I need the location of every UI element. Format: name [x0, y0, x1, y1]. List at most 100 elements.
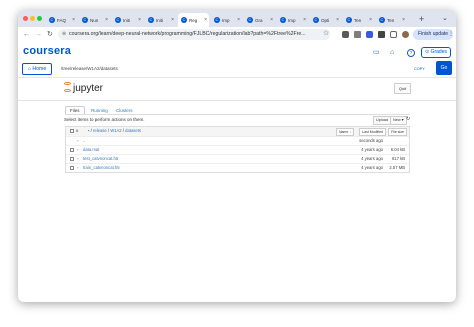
grades-icon: ⊙ [425, 49, 430, 55]
close-tab-icon[interactable]: × [204, 17, 207, 23]
more-menu-icon[interactable]: ⋮ [448, 29, 454, 39]
close-tab-icon[interactable]: × [303, 17, 306, 23]
browser-tab-active[interactable]: C Reg × [178, 13, 209, 27]
maximize-window-dot[interactable] [37, 16, 42, 21]
tab-label: Initi [156, 17, 164, 23]
browser-tab[interactable]: C Ten × [376, 13, 407, 27]
quit-button[interactable]: Quit [394, 83, 411, 94]
file-name[interactable]: train_catvnoncat.h5 [83, 164, 120, 172]
jupyter-logo-text: jupyter [73, 83, 104, 94]
sort-modified-button[interactable]: Last Modified [359, 128, 386, 136]
file-list: 0 ▪ / release / W1A2 / datasets Name ↓ L… [65, 126, 410, 173]
file-name[interactable]: test_catvnoncat.h5 [83, 155, 118, 163]
lab-toolbar: ⌂ Home /tree/release/W1A2/datasets COPY … [18, 61, 456, 78]
breadcrumb-w1a2[interactable]: W1A2 [110, 128, 121, 133]
folder-icon[interactable]: ▭ [373, 49, 380, 57]
close-tab-icon[interactable]: × [270, 17, 273, 23]
help-icon[interactable]: ? [407, 49, 415, 57]
browser-tab[interactable]: C Initi × [145, 13, 176, 27]
coursera-favicon-icon: C [379, 17, 385, 23]
file-icon: ▫ [77, 165, 79, 170]
row-checkbox[interactable] [70, 148, 74, 152]
select-all-checkbox[interactable] [70, 129, 74, 133]
coursera-favicon-icon: C [247, 17, 253, 23]
browser-tab[interactable]: C Nun × [79, 13, 110, 27]
close-tab-icon[interactable]: × [171, 17, 174, 23]
jupyter-header: jupyter Quit [18, 77, 456, 101]
close-tab-icon[interactable]: × [237, 17, 240, 23]
home-icon: ⌂ [27, 66, 31, 72]
extension-icon[interactable] [366, 31, 373, 38]
browser-tab[interactable]: C Imp × [277, 13, 308, 27]
address-bar[interactable]: ⊜ coursera.org/learn/deep-neural-network… [58, 29, 330, 40]
reload-icon[interactable]: ↻ [47, 30, 53, 40]
folder-root-icon[interactable]: ▪ [88, 128, 90, 133]
row-checkbox[interactable] [70, 166, 74, 170]
file-size: 6.04 kB [390, 147, 405, 152]
sort-name-button[interactable]: Name ↓ [335, 128, 354, 136]
extension-icon[interactable] [354, 31, 361, 38]
sidepanel-icon[interactable] [390, 31, 397, 38]
breadcrumb-datasets[interactable]: datasets [125, 128, 141, 133]
browser-window: C FAQ × C Nun × C Initi × C Initi × C Reg × C Imp × … [18, 10, 456, 302]
refresh-icon[interactable]: ↻ [404, 116, 412, 123]
jupyter-logo[interactable]: jupyter [64, 82, 103, 95]
list-item[interactable]: ▫ data.mat 4 years ago 6.04 kB [66, 146, 409, 155]
avatar[interactable] [402, 31, 409, 38]
file-list-header: 0 ▪ / release / W1A2 / datasets Name ↓ L… [66, 127, 409, 137]
url-text: coursera.org/learn/deep-neural-network/p… [69, 31, 306, 37]
browser-tab[interactable]: C Ten × [343, 13, 374, 27]
file-name[interactable]: .. [83, 137, 85, 145]
go-button[interactable]: Go [436, 61, 452, 75]
close-tab-icon[interactable]: × [369, 17, 372, 23]
coursera-favicon-icon: C [313, 17, 319, 23]
list-item[interactable]: ▫ train_catvnoncat.h5 4 years ago 2.57 M… [66, 164, 409, 172]
grades-button[interactable]: ⊙ Grades [421, 47, 451, 58]
browser-tab[interactable]: C FAQ × [46, 13, 77, 27]
list-item[interactable]: ▫ test_catvnoncat.h5 4 years ago 617 kB [66, 155, 409, 164]
breadcrumb-release[interactable]: release [93, 128, 107, 133]
file-size: 617 kB [391, 156, 405, 161]
list-item[interactable]: ▫ .. seconds ago [66, 137, 409, 146]
back-arrow-icon[interactable]: ← [23, 30, 30, 40]
upload-button[interactable]: Upload [373, 116, 392, 125]
lab-path: /tree/release/W1A2/datasets [61, 66, 118, 71]
jupyter-logo-icon [64, 82, 71, 92]
tab-label: Initi [123, 17, 131, 23]
tab-list-chevron-icon[interactable]: ⌄ [442, 13, 448, 25]
browser-tab[interactable]: C Opti × [310, 13, 341, 27]
file-modified: 4 years ago [361, 165, 383, 170]
browser-tab[interactable]: C Gra × [244, 13, 275, 27]
close-tab-icon[interactable]: × [72, 17, 75, 23]
tab-label: FAQ [57, 17, 67, 23]
home-button[interactable]: ⌂ Home [22, 63, 52, 75]
extension-icon[interactable] [378, 31, 385, 38]
browser-tab[interactable]: C Initi × [112, 13, 143, 27]
coursera-logo[interactable]: coursera [23, 45, 71, 57]
file-modified: seconds ago [359, 138, 383, 143]
new-tab-icon[interactable]: + [419, 13, 424, 25]
close-tab-icon[interactable]: × [336, 17, 339, 23]
file-modified: 4 years ago [361, 156, 383, 161]
forward-arrow-icon[interactable]: → [35, 30, 42, 40]
browser-tab[interactable]: C Imp × [211, 13, 242, 27]
minimize-window-dot[interactable] [30, 16, 35, 21]
bookmark-star-icon[interactable]: ☆ [323, 30, 330, 37]
site-info-icon[interactable]: ⊜ [62, 29, 66, 40]
close-tab-icon[interactable]: × [402, 17, 405, 23]
file-name[interactable]: data.mat [83, 146, 99, 154]
close-window-dot[interactable] [23, 16, 28, 21]
breadcrumb: ▪ / release / W1A2 / datasets [88, 128, 141, 133]
coursera-favicon-icon: C [214, 17, 220, 23]
extension-icon[interactable] [342, 31, 349, 38]
tab-bar: C FAQ × C Nun × C Initi × C Initi × C Reg × C Imp × … [18, 10, 456, 27]
file-modified: 4 years ago [361, 147, 383, 152]
coursera-favicon-icon: C [82, 17, 88, 23]
row-checkbox[interactable] [70, 157, 74, 161]
copy-path-button[interactable]: COPY [414, 67, 425, 71]
coursera-favicon-icon: C [115, 17, 121, 23]
close-tab-icon[interactable]: × [105, 17, 108, 23]
close-tab-icon[interactable]: × [138, 17, 141, 23]
lab-help-icon[interactable]: ⌂ [390, 49, 394, 57]
sort-size-button[interactable]: File size [388, 128, 407, 136]
